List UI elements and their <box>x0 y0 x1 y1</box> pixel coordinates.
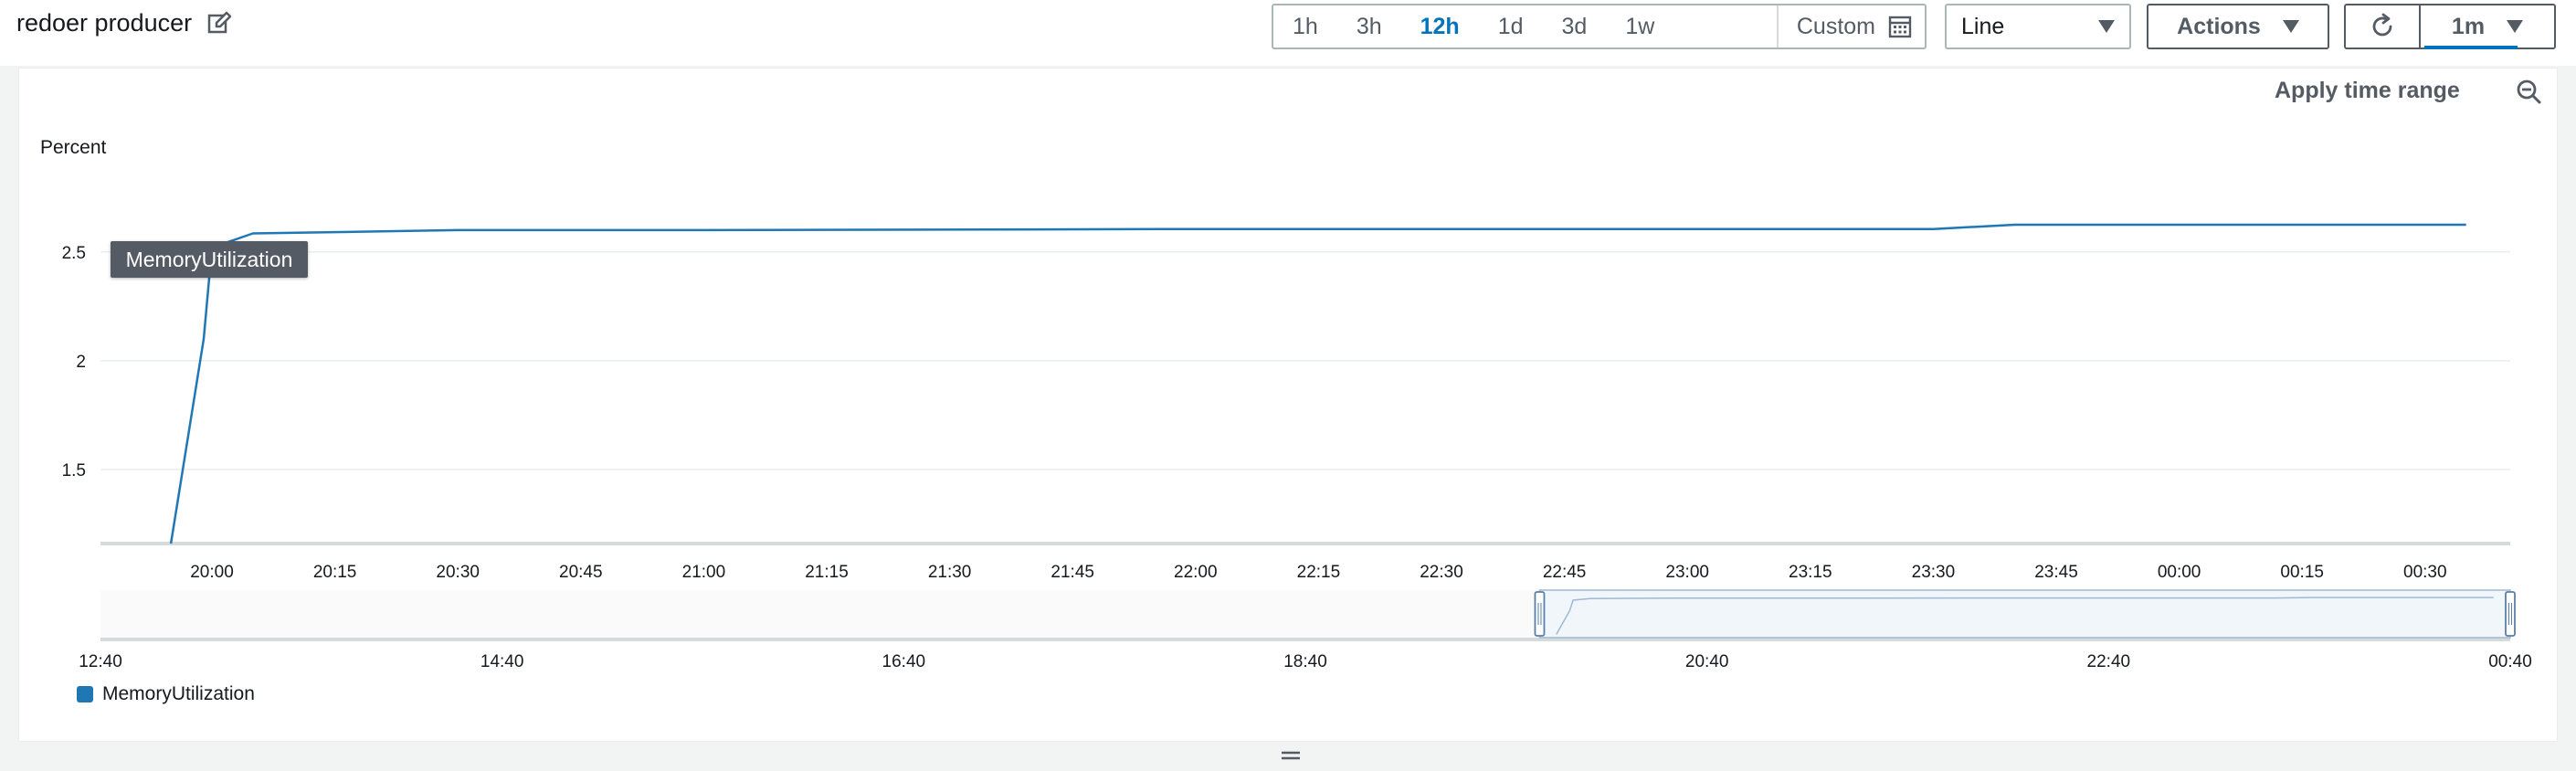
x-tick-label: 00:15 <box>2280 563 2324 582</box>
x-tick-label: 22:30 <box>1420 563 1463 582</box>
x-tick-label: 20:15 <box>313 563 357 582</box>
x-tick-label: 20:00 <box>190 563 234 582</box>
x-tick-label: 21:15 <box>805 563 849 582</box>
navigator-handle-left[interactable] <box>1534 591 1546 637</box>
x-tick-label: 00:30 <box>2403 563 2447 582</box>
x-tick-label: 22:45 <box>1543 563 1587 582</box>
navigator-tick-label: 16:40 <box>882 652 926 671</box>
resize-handle-icon[interactable] <box>1281 749 1301 762</box>
navigator-tick-label: 14:40 <box>480 652 524 671</box>
x-tick-label: 20:30 <box>436 563 480 582</box>
series-tooltip: MemoryUtilization <box>111 241 308 278</box>
line-chart[interactable]: 2.5 2 1.5 20:00 20:15 20:30 20:45 21:00 21:15 21:… <box>0 0 2576 771</box>
navigator-handle-right[interactable] <box>2505 591 2516 637</box>
y-tick-label: 2 <box>76 353 86 372</box>
x-tick-label: 22:15 <box>1297 563 1341 582</box>
x-tick-label: 21:00 <box>682 563 726 582</box>
x-tick-label: 23:45 <box>2034 563 2078 582</box>
series-line-memoryutilization[interactable] <box>169 223 2466 544</box>
x-tick-label: 00:00 <box>2158 563 2201 582</box>
navigator-tick-label: 20:40 <box>1685 652 1729 671</box>
chart-legend: MemoryUtilization <box>77 683 255 705</box>
y-tick-label: 2.5 <box>62 244 86 263</box>
legend-label[interactable]: MemoryUtilization <box>102 683 255 705</box>
navigator-tick-label: 12:40 <box>79 652 122 671</box>
x-tick-label: 23:15 <box>1789 563 1832 582</box>
navigator-tick-label: 00:40 <box>2488 652 2532 671</box>
x-tick-label: 23:30 <box>1912 563 1956 582</box>
x-tick-label: 21:45 <box>1050 563 1094 582</box>
navigator-tick-label: 22:40 <box>2087 652 2131 671</box>
x-tick-label: 21:30 <box>928 563 972 582</box>
x-tick-label: 23:00 <box>1665 563 1709 582</box>
legend-swatch[interactable] <box>77 686 93 702</box>
navigator-tick-label: 18:40 <box>1283 652 1327 671</box>
y-tick-label: 1.5 <box>62 461 86 481</box>
x-tick-label: 20:45 <box>559 563 603 582</box>
x-tick-label: 22:00 <box>1174 563 1218 582</box>
